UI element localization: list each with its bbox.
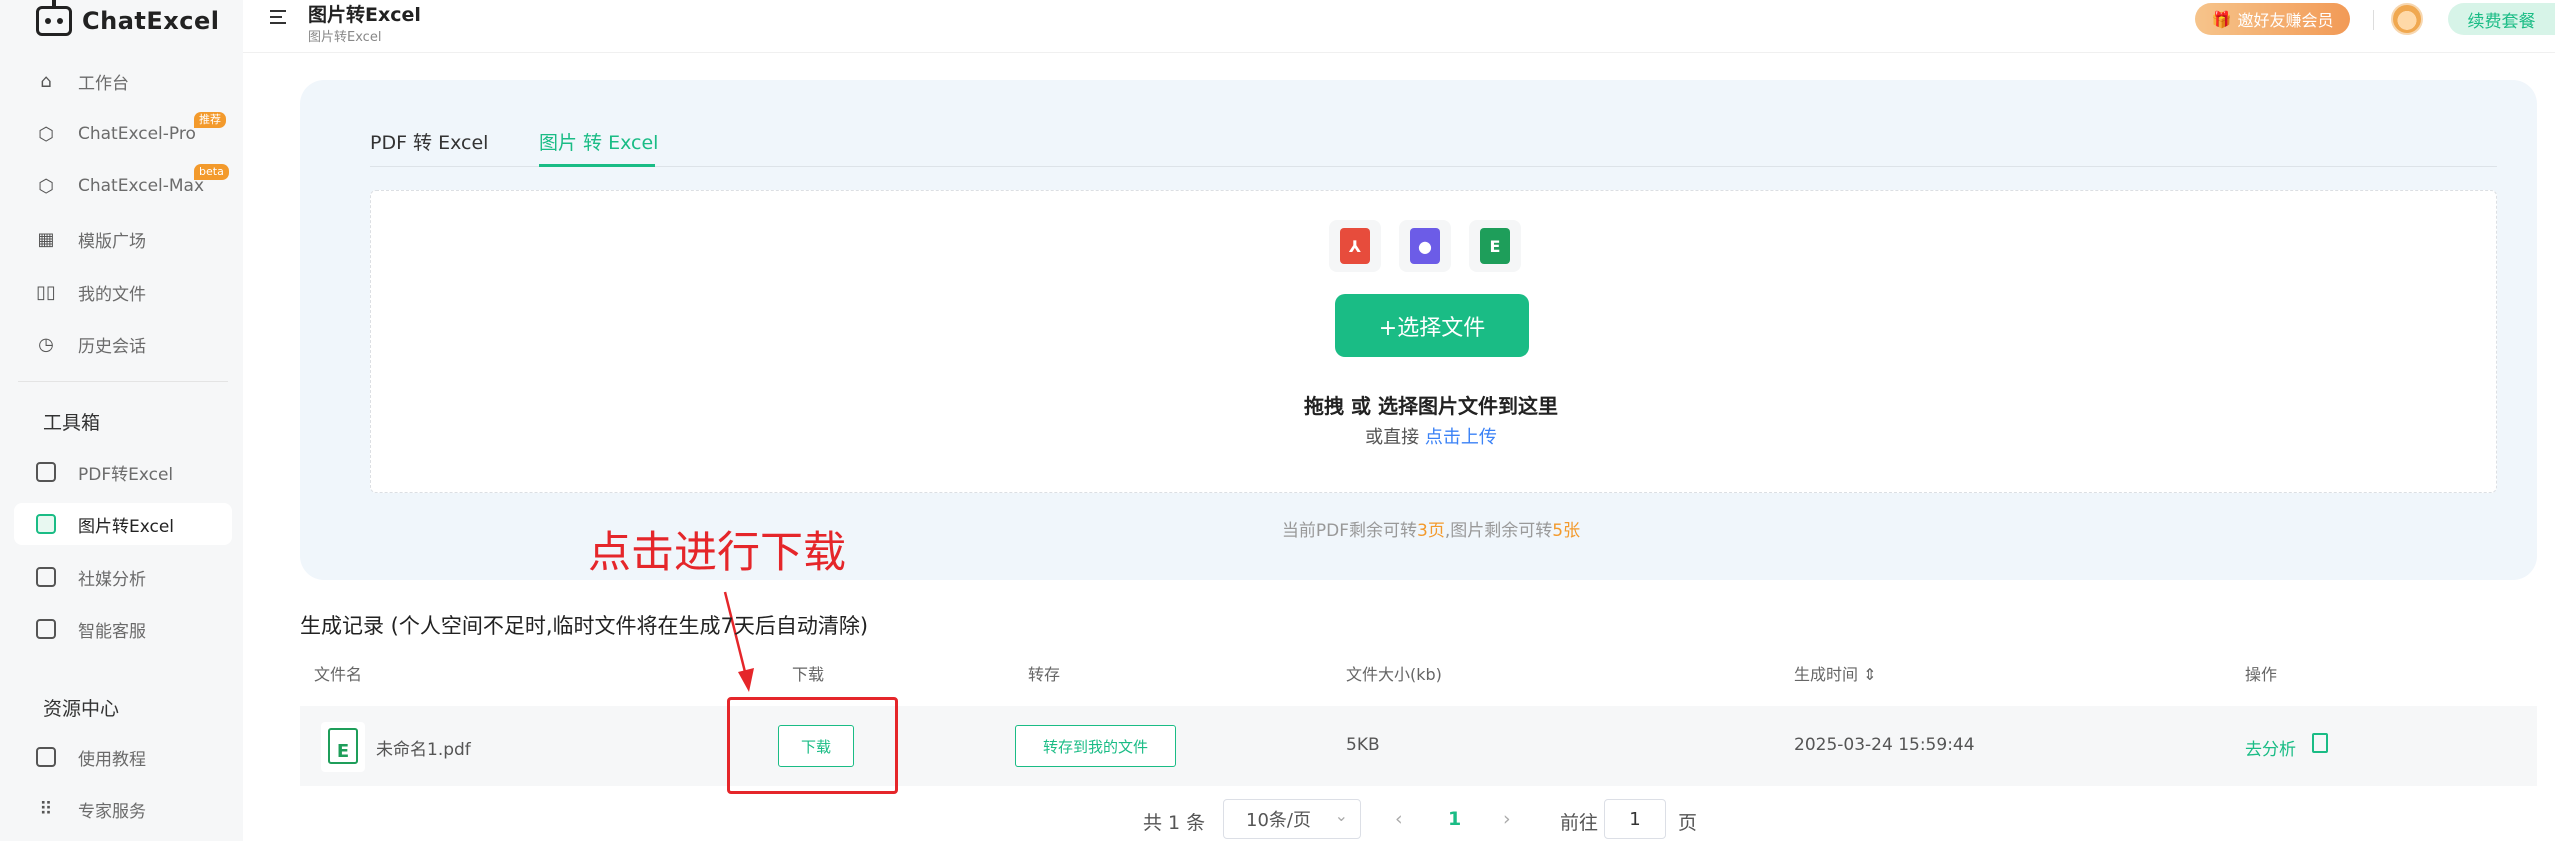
click-upload-link[interactable]: 点击上传: [1425, 427, 1497, 448]
sidebar-item-social-analysis[interactable]: 社媒分析: [14, 556, 232, 598]
renew-button[interactable]: 续费套餐: [2448, 3, 2555, 35]
records-title: 生成记录 (个人空间不足时,临时文件将在生成7天后自动清除): [300, 614, 869, 638]
clock-icon: ◷: [38, 333, 54, 355]
row-time: 2025-03-24 15:59:44: [1794, 735, 1975, 755]
sidebar-item-label: PDF转Excel: [78, 464, 174, 485]
image-file-icon: ●: [1399, 220, 1451, 272]
sidebar-item-label: 工作台: [78, 73, 129, 94]
analysis-icon: [34, 566, 58, 588]
sidebar-item-label: ChatExcel-Pro: [78, 124, 196, 144]
sidebar-item-tutorial[interactable]: 使用教程: [14, 736, 232, 778]
gift-icon: 🎁: [2211, 9, 2232, 29]
trash-icon[interactable]: [2312, 733, 2328, 753]
cube-icon: ⬡: [38, 123, 54, 145]
annotation-arrow-icon: [723, 591, 754, 692]
col-size: 文件大小(kb): [1346, 665, 1442, 684]
choose-file-button[interactable]: +选择文件: [1335, 294, 1529, 357]
quota-image: 5张: [1552, 521, 1581, 541]
sidebar-item-label: 智能客服: [78, 621, 146, 642]
recommend-badge: 推荐: [194, 112, 226, 128]
divider: [18, 381, 228, 382]
quota-prefix: 当前PDF剩余可转: [1281, 521, 1418, 541]
col-filename: 文件名: [314, 665, 363, 684]
analyze-link[interactable]: 去分析: [2245, 735, 2296, 760]
chat-icon: [34, 618, 58, 640]
sidebar: ChatExcel ⌂ 工作台 ⬡ ChatExcel-Pro 推荐 ⬡ Cha…: [0, 0, 243, 841]
goto-page-input[interactable]: 1: [1604, 799, 1666, 839]
sidebar-item-label: 专家服务: [78, 801, 146, 822]
sidebar-item-expert[interactable]: ⠿ 专家服务: [14, 788, 232, 830]
page-suffix: 页: [1678, 812, 1698, 834]
table-row: [300, 706, 2537, 786]
sidebar-item-templates[interactable]: ▦ 模版广场: [14, 218, 232, 260]
sidebar-item-history[interactable]: ◷ 历史会话: [14, 323, 232, 365]
save-to-files-button[interactable]: 转存到我的文件: [1015, 725, 1176, 767]
book-icon: ▯▯: [36, 281, 56, 303]
drag-hint: 拖拽 或 选择图片文件到这里: [1304, 394, 1558, 418]
tab-pdf-to-excel[interactable]: PDF 转 Excel: [370, 128, 488, 155]
quota-text: 当前PDF剩余可转3页,图片剩余可转5张: [0, 516, 2555, 541]
pdf-tool-icon: [34, 461, 58, 483]
sidebar-item-label: 模版广场: [78, 231, 146, 252]
brand-name: ChatExcel: [82, 7, 220, 35]
max-icon: ⬡: [38, 175, 54, 197]
invite-button[interactable]: 🎁 邀好友赚会员: [2195, 3, 2350, 35]
sidebar-item-label: ChatExcel-Max: [78, 176, 205, 196]
quota-pdf: 3页: [1417, 521, 1445, 541]
sidebar-item-label: 历史会话: [78, 336, 146, 357]
row-size: 5KB: [1346, 735, 1380, 755]
home-icon: ⌂: [40, 70, 52, 92]
tutorial-icon: [34, 746, 58, 768]
sidebar-item-support[interactable]: 智能客服: [14, 608, 232, 650]
sidebar-item-my-files[interactable]: ▯▯ 我的文件: [14, 271, 232, 313]
grid-icon: ▦: [37, 228, 55, 250]
active-tab-indicator: [539, 164, 655, 167]
col-time[interactable]: 生成时间 ⇕: [1794, 661, 1877, 685]
invite-label: 邀好友赚会员: [2237, 11, 2334, 30]
avatar[interactable]: [2391, 3, 2423, 35]
header-separator: [2373, 10, 2374, 30]
col-download: 下载: [792, 665, 825, 684]
page-size-select[interactable]: 10条/页: [1223, 799, 1361, 839]
sidebar-item-pdf-to-excel[interactable]: PDF转Excel: [14, 451, 232, 493]
quota-mid: ,图片剩余可转: [1444, 521, 1553, 541]
excel-file-icon: E: [321, 722, 365, 772]
logo[interactable]: ChatExcel: [36, 0, 219, 42]
or-text: 或直接: [1365, 427, 1420, 448]
annotation-text: 点击进行下载: [588, 528, 846, 578]
col-save: 转存: [1028, 665, 1061, 684]
sidebar-item-label: 使用教程: [78, 749, 146, 770]
tab-divider: [370, 166, 2497, 167]
page-title: 图片转Excel: [308, 4, 421, 26]
annotation-highlight-box: [727, 697, 898, 794]
next-page-icon[interactable]: ›: [1503, 808, 1511, 830]
header-divider: [243, 52, 2555, 53]
tab-image-to-excel[interactable]: 图片 转 Excel: [539, 128, 658, 155]
sidebar-item-label: 我的文件: [78, 284, 146, 305]
goto-label: 前往: [1560, 812, 1599, 834]
robot-logo-icon: [36, 0, 72, 36]
menu-toggle-icon[interactable]: [270, 10, 290, 28]
col-actions: 操作: [2245, 665, 2278, 684]
pdf-file-icon: ⅄: [1329, 220, 1381, 272]
sidebar-item-workbench[interactable]: ⌂ 工作台: [14, 60, 232, 102]
excel-file-icon: E: [1469, 220, 1521, 272]
resources-title: 资源中心: [43, 698, 120, 720]
beta-badge: beta: [194, 164, 229, 180]
page-number-current[interactable]: 1: [1448, 808, 1461, 830]
prev-page-icon[interactable]: ‹: [1395, 808, 1403, 830]
pagination-total: 共 1 条: [1143, 812, 1206, 834]
apps-icon: ⠿: [39, 798, 53, 820]
sidebar-item-label: 社媒分析: [78, 569, 146, 590]
upload-hint: 或直接 点击上传: [0, 423, 2555, 449]
row-filename: 未命名1.pdf: [376, 740, 471, 760]
breadcrumb: 图片转Excel: [308, 30, 382, 45]
